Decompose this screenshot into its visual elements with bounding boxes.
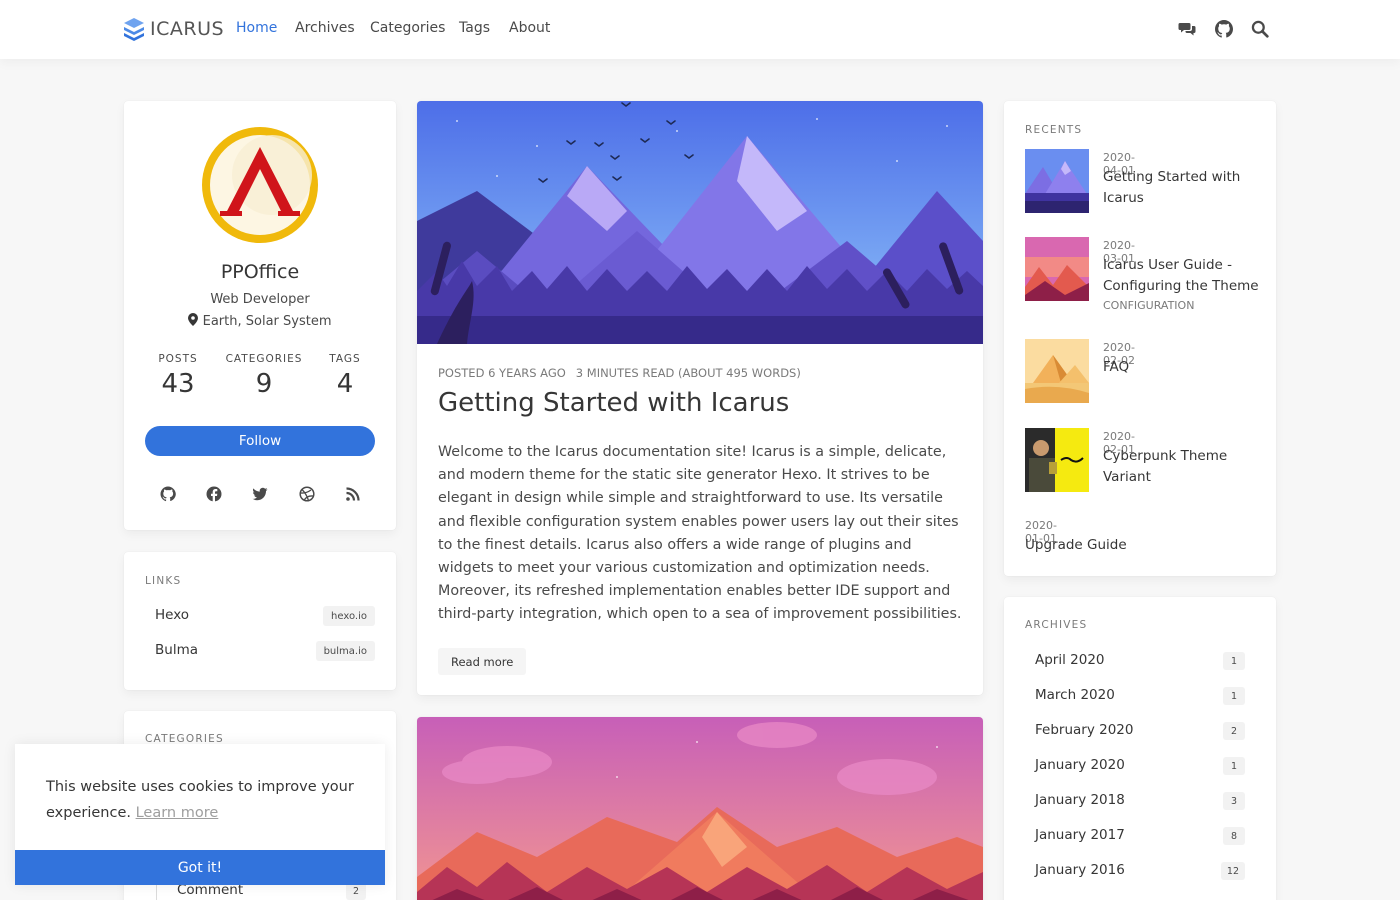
archive-count: 1: [1223, 687, 1245, 705]
recent-category[interactable]: CONFIGURATION: [1103, 299, 1194, 312]
recent-title[interactable]: Upgrade Guide: [1025, 535, 1185, 556]
stat-value: 43: [161, 369, 195, 399]
archive-name: February 2020: [1035, 722, 1134, 738]
stat-label: POSTS: [158, 353, 198, 365]
archive-name: April 2020: [1035, 652, 1105, 668]
recent-thumbnail: [1025, 237, 1089, 301]
archive-item[interactable]: February 2020 2: [1025, 719, 1245, 743]
recent-title[interactable]: Getting Started with Icarus: [1103, 167, 1263, 209]
profile-location: Earth, Solar System: [124, 313, 396, 329]
archive-item[interactable]: January 2020 1: [1025, 754, 1245, 778]
profile-role: Web Developer: [210, 292, 310, 307]
archive-item[interactable]: January 2018 3: [1025, 789, 1245, 813]
github-icon[interactable]: [1215, 20, 1233, 38]
cookie-message: This website uses cookies to improve you…: [46, 774, 366, 826]
stat-label: CATEGORIES: [225, 353, 303, 365]
profile-name: PPOffice: [220, 261, 300, 283]
article-title[interactable]: Getting Started with Icarus: [438, 388, 789, 418]
nav-home[interactable]: Home: [236, 20, 277, 36]
archives-card: ARCHIVES April 2020 1 March 2020 1 Febru…: [1004, 597, 1276, 900]
archive-count: 2: [1223, 722, 1245, 740]
logo[interactable]: ICARUS: [123, 16, 224, 42]
recent-title[interactable]: Icarus User Guide - Configuring the Them…: [1103, 255, 1263, 297]
recents-card: RECENTS 2020-04-01 Getting Started with …: [1004, 101, 1276, 576]
article-read-time: 3 MINUTES READ (ABOUT 495 WORDS): [575, 366, 801, 380]
stat-posts[interactable]: POSTS 43: [133, 353, 223, 399]
logo-text: ICARUS: [150, 18, 225, 40]
archive-count: 1: [1223, 757, 1245, 775]
comments-icon[interactable]: [1178, 20, 1196, 38]
nav-about[interactable]: About: [509, 20, 550, 36]
archive-item[interactable]: January 2016 12: [1025, 859, 1245, 883]
recent-thumbnail: [1025, 339, 1089, 403]
profile-location-text: Earth, Solar System: [202, 314, 332, 329]
link-name: Hexo: [155, 607, 190, 623]
archive-name: January 2016: [1035, 862, 1125, 878]
stat-categories[interactable]: CATEGORIES 9: [219, 353, 309, 399]
navbar: ICARUS Home Archives Categories Tags Abo…: [0, 0, 1400, 59]
link-hexo[interactable]: Hexo hexo.io: [145, 604, 375, 628]
recent-thumbnail: [1025, 428, 1089, 492]
article-card: POSTED 6 YEARS AGO 3 MINUTES READ (ABOUT …: [417, 101, 983, 695]
stat-value: 4: [336, 369, 354, 399]
github-icon[interactable]: [160, 486, 176, 502]
rss-icon[interactable]: [345, 486, 361, 502]
cookie-banner: This website uses cookies to improve you…: [15, 744, 385, 885]
article-excerpt: Welcome to the Icarus documentation site…: [438, 444, 962, 623]
map-marker-icon: [188, 313, 199, 326]
cookie-accept-button[interactable]: Got it!: [15, 850, 385, 885]
link-bulma[interactable]: Bulma bulma.io: [145, 639, 375, 663]
nav-categories[interactable]: Categories: [370, 20, 445, 36]
follow-button[interactable]: Follow: [145, 426, 375, 456]
archive-name: January 2017: [1035, 827, 1125, 843]
stat-tags[interactable]: TAGS 4: [300, 353, 390, 399]
article-thumbnail[interactable]: [417, 101, 983, 344]
link-tag: bulma.io: [315, 641, 375, 661]
links-card: LINKS Hexo hexo.io Bulma bulma.io: [124, 552, 396, 690]
archive-count: 1: [1223, 652, 1245, 670]
recent-thumbnail: [1025, 149, 1089, 213]
article-meta: POSTED 6 YEARS AGO 3 MINUTES READ (ABOUT …: [438, 366, 811, 380]
recent-title[interactable]: FAQ: [1103, 357, 1263, 378]
nav-archives[interactable]: Archives: [295, 20, 355, 36]
avatar: [202, 127, 318, 243]
stat-value: 9: [255, 369, 273, 399]
nav-tags[interactable]: Tags: [459, 20, 490, 36]
links-label: LINKS: [145, 575, 182, 587]
archive-item[interactable]: January 2017 8: [1025, 824, 1245, 848]
profile-card: PPOffice Web Developer Earth, Solar Syst…: [124, 101, 396, 530]
archive-count: 8: [1223, 827, 1245, 845]
archive-item[interactable]: March 2020 1: [1025, 684, 1245, 708]
recents-label: RECENTS: [1025, 124, 1083, 136]
link-tag: hexo.io: [323, 606, 375, 626]
article-thumbnail[interactable]: [417, 717, 983, 900]
search-icon[interactable]: [1251, 20, 1269, 38]
article-card-2: [417, 717, 983, 900]
archive-name: January 2018: [1035, 792, 1125, 808]
archive-item[interactable]: April 2020 1: [1025, 649, 1245, 673]
learn-more-link[interactable]: Learn more: [136, 805, 219, 821]
archive-name: January 2020: [1035, 757, 1125, 773]
archive-name: March 2020: [1035, 687, 1115, 703]
article-posted: POSTED 6 YEARS AGO: [438, 366, 566, 380]
archive-count: 12: [1220, 862, 1245, 880]
dribbble-icon[interactable]: [299, 486, 315, 502]
logo-icon: [124, 18, 144, 41]
link-name: Bulma: [155, 642, 198, 658]
facebook-icon[interactable]: [206, 486, 222, 502]
read-more-button[interactable]: Read more: [438, 648, 527, 675]
archives-label: ARCHIVES: [1025, 619, 1088, 631]
archive-count: 3: [1223, 792, 1245, 810]
stat-label: TAGS: [329, 353, 361, 365]
recent-title[interactable]: Cyberpunk Theme Variant: [1103, 446, 1263, 488]
twitter-icon[interactable]: [252, 486, 268, 502]
